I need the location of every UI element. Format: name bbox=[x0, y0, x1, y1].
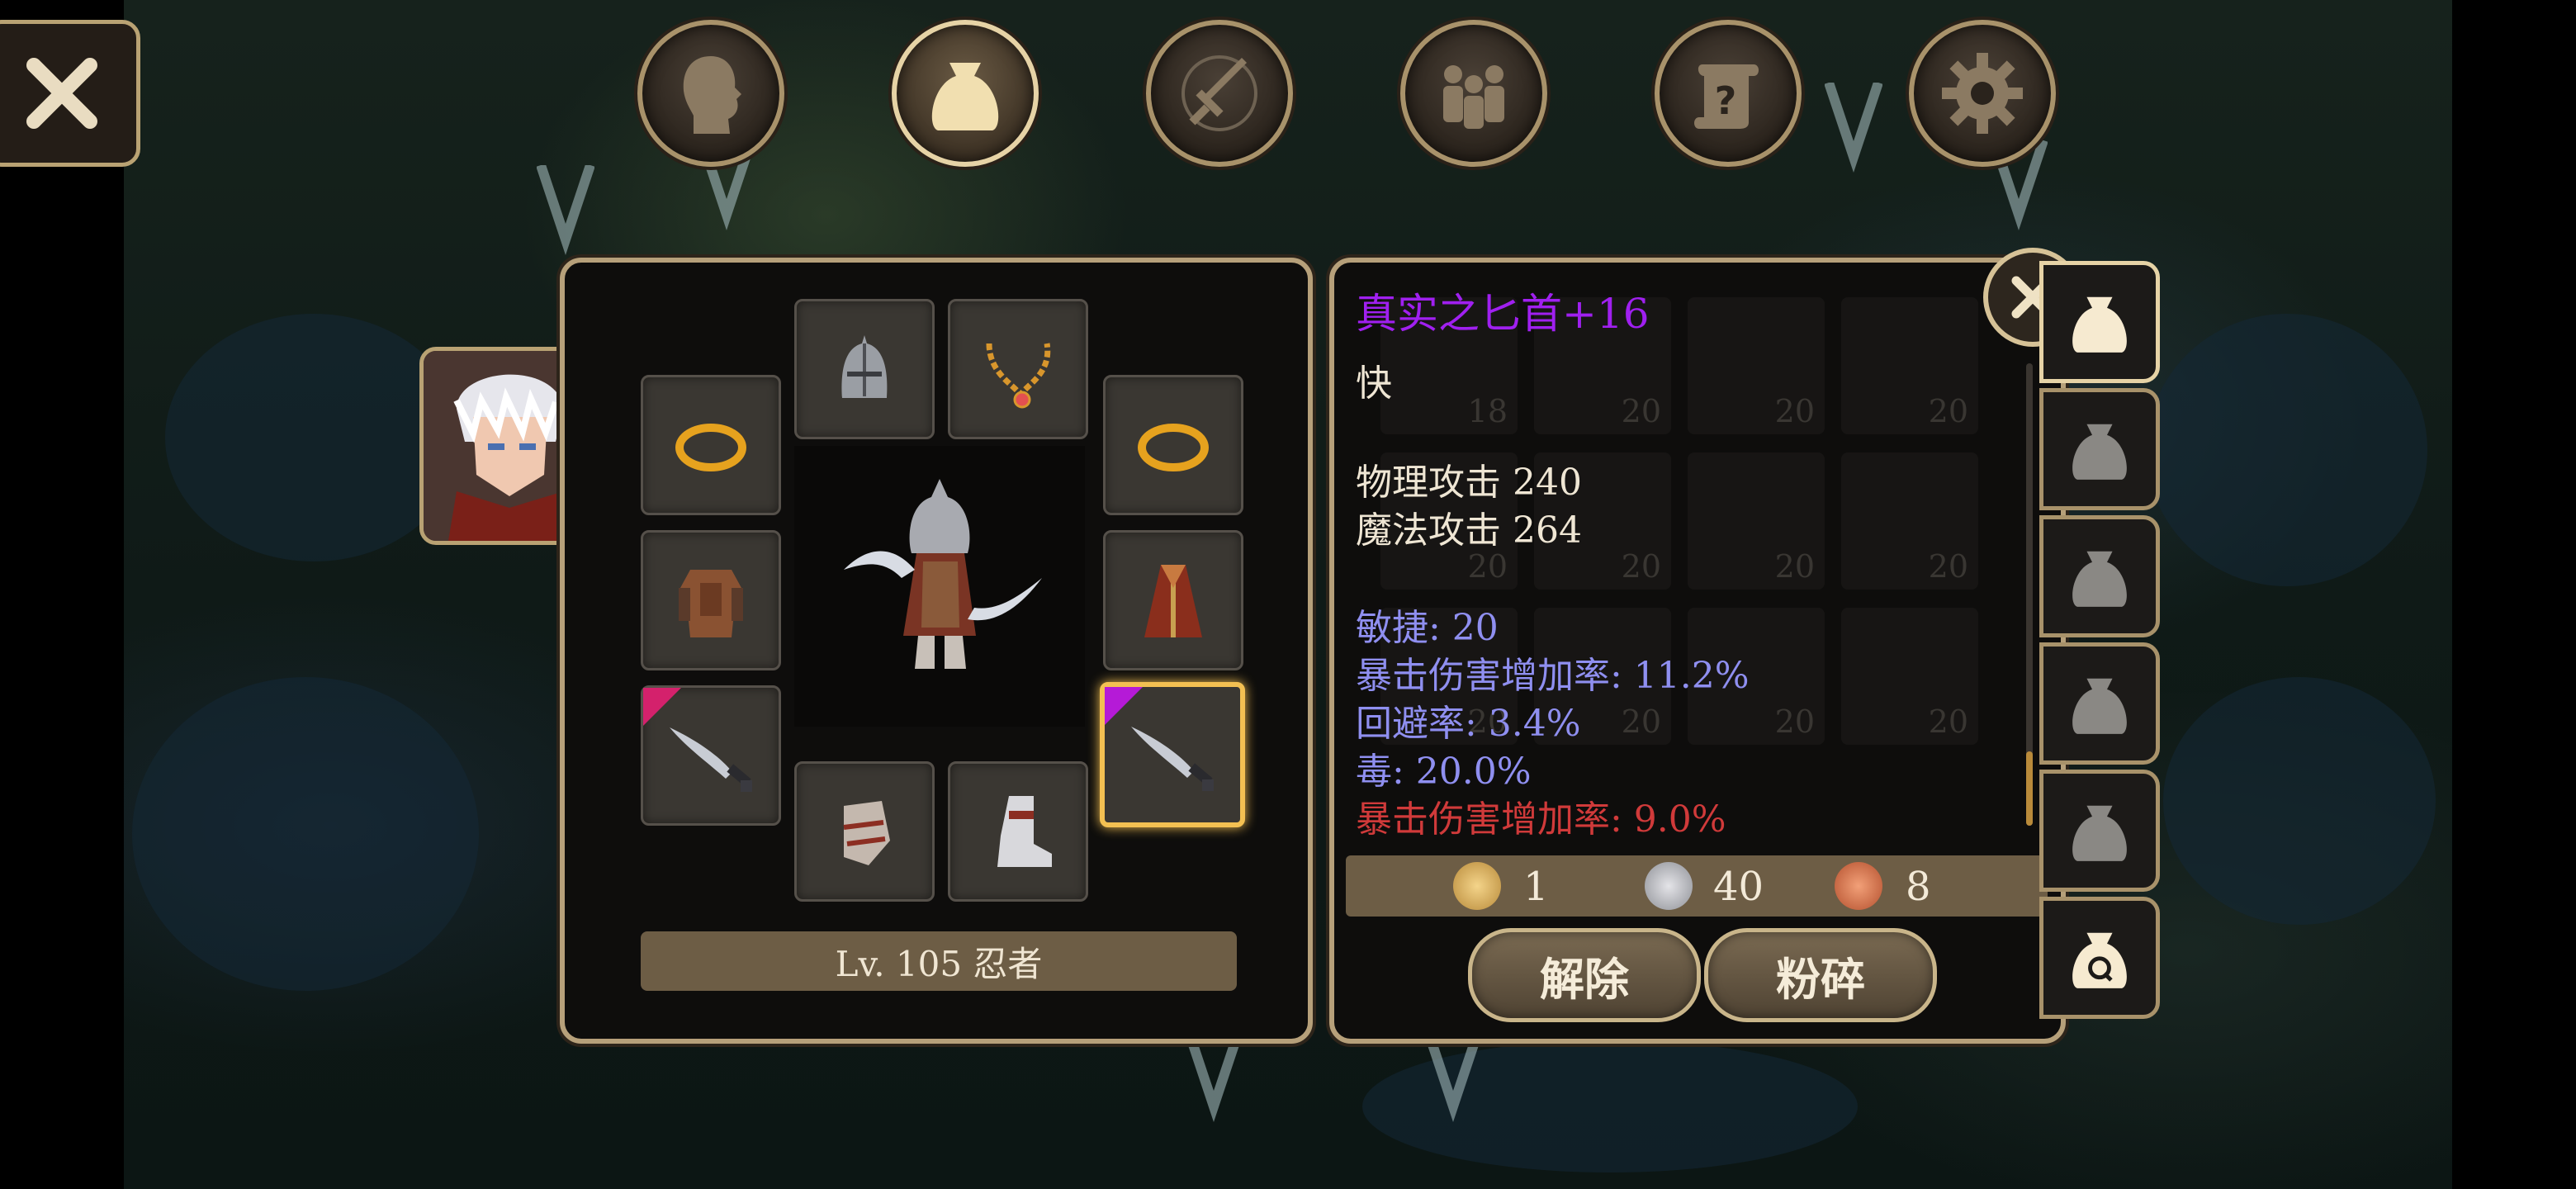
bag-icon bbox=[931, 63, 999, 130]
sword-icon bbox=[1181, 55, 1257, 131]
left-letterbox bbox=[0, 0, 124, 1189]
svg-text:?: ? bbox=[1715, 78, 1737, 123]
bag-icon bbox=[2072, 296, 2127, 353]
magic-attack: 魔法攻击 264 bbox=[1356, 509, 1582, 552]
bag-tab-5[interactable] bbox=[2039, 770, 2160, 892]
nav-party-button[interactable] bbox=[1400, 20, 1547, 167]
cloak-icon bbox=[1144, 565, 1202, 637]
bag-tab-3[interactable] bbox=[2039, 515, 2160, 637]
cloak-slot[interactable] bbox=[1103, 530, 1243, 670]
close-icon bbox=[26, 58, 97, 129]
copper-coin-icon bbox=[1835, 862, 1882, 910]
helmet-slot[interactable] bbox=[794, 299, 935, 439]
smash-button[interactable]: 粉碎 bbox=[1704, 928, 1937, 1022]
nav-skills-button[interactable] bbox=[1146, 20, 1293, 167]
ring-left-slot[interactable] bbox=[641, 375, 781, 515]
bag-tab-1[interactable] bbox=[2039, 261, 2160, 383]
rarity-tag bbox=[643, 688, 681, 726]
character-level-bar: Lv. 105 忍者 bbox=[641, 931, 1237, 991]
close-menu-button[interactable] bbox=[0, 20, 140, 167]
nav-quests-button[interactable]: ? bbox=[1655, 20, 1802, 167]
necklace-slot[interactable] bbox=[948, 299, 1088, 439]
scroll-question-icon: ? bbox=[1694, 64, 1759, 129]
boots-icon bbox=[997, 796, 1052, 867]
stat-line: 敏捷: 20 bbox=[1356, 607, 1499, 649]
bag-icon bbox=[2072, 551, 2127, 607]
bag-icon bbox=[2072, 805, 2127, 861]
ring-icon bbox=[675, 424, 746, 471]
weapon-left-slot[interactable] bbox=[641, 685, 781, 826]
bag-icon bbox=[2072, 424, 2127, 480]
gold-amount: 1 bbox=[1523, 864, 1549, 910]
nav-character-button[interactable] bbox=[637, 20, 784, 167]
inventory-slot[interactable]: 20 bbox=[1841, 452, 1978, 590]
physical-attack: 物理攻击 240 bbox=[1356, 462, 1582, 504]
inventory-slot[interactable]: 20 bbox=[1841, 297, 1978, 434]
quest-bag-tab[interactable] bbox=[2039, 897, 2160, 1019]
weapon-right-slot-selected[interactable] bbox=[1100, 682, 1245, 827]
people-icon bbox=[1443, 65, 1504, 129]
gloves-icon bbox=[843, 801, 890, 865]
scrollbar-thumb[interactable] bbox=[2026, 751, 2033, 826]
stat-line: 暴击伤害增加率: 11.2% bbox=[1356, 655, 1750, 697]
stat-line: 暴击伤害增加率: 9.0% bbox=[1356, 798, 1726, 841]
silver-amount: 40 bbox=[1713, 864, 1764, 910]
gold-coin-icon bbox=[1453, 862, 1501, 910]
inventory-slot[interactable]: 20 bbox=[1841, 608, 1978, 745]
currency-bar: 1 40 8 bbox=[1346, 855, 2048, 917]
gear-icon bbox=[1942, 53, 2023, 134]
rarity-tag bbox=[1105, 687, 1143, 725]
bag-tab-2[interactable] bbox=[2039, 388, 2160, 510]
helmet-icon bbox=[841, 335, 888, 398]
armor-icon bbox=[679, 570, 743, 637]
bag-icon bbox=[2072, 678, 2127, 734]
stat-line: 回避率: 3.4% bbox=[1356, 703, 1581, 745]
item-speed: 快 bbox=[1356, 362, 1392, 405]
unequip-button[interactable]: 解除 bbox=[1468, 928, 1701, 1022]
bag-tab-4[interactable] bbox=[2039, 642, 2160, 765]
ninja-sprite bbox=[844, 479, 1042, 669]
silver-coin-icon bbox=[1645, 862, 1693, 910]
copper-amount: 8 bbox=[1906, 864, 1931, 910]
armor-slot[interactable] bbox=[641, 530, 781, 670]
inventory-slot[interactable]: 20 bbox=[1688, 452, 1825, 590]
stat-line: 毒: 20.0% bbox=[1356, 751, 1532, 793]
item-name: 真实之匕首+16 bbox=[1356, 290, 1650, 338]
head-icon bbox=[683, 56, 741, 134]
inventory-scrollbar[interactable] bbox=[2026, 363, 2033, 826]
nav-inventory-button[interactable] bbox=[892, 20, 1039, 167]
gloves-slot[interactable] bbox=[794, 761, 935, 902]
character-preview bbox=[794, 446, 1085, 727]
ring-icon bbox=[1138, 424, 1209, 471]
quest-bag-icon bbox=[2072, 932, 2127, 988]
boots-slot[interactable] bbox=[948, 761, 1088, 902]
inventory-slot[interactable]: 20 bbox=[1688, 297, 1825, 434]
necklace-icon bbox=[986, 343, 1051, 409]
ring-right-slot[interactable] bbox=[1103, 375, 1243, 515]
nav-settings-button[interactable] bbox=[1909, 20, 2056, 167]
right-letterbox bbox=[2452, 0, 2576, 1189]
